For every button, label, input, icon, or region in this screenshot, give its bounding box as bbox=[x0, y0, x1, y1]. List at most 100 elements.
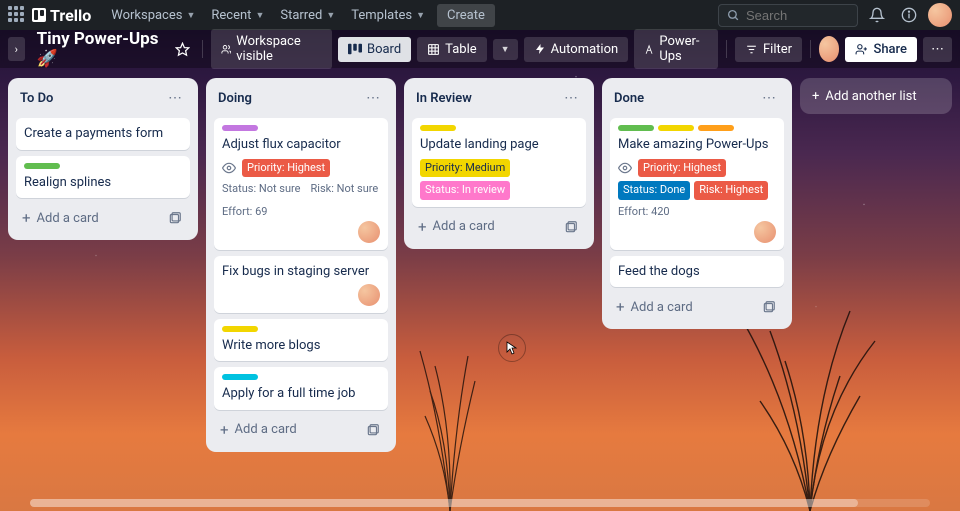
trello-logo-icon bbox=[32, 8, 46, 22]
list-title[interactable]: Done bbox=[614, 91, 758, 106]
card-badge: Risk: Highest bbox=[694, 181, 768, 200]
card-label[interactable] bbox=[24, 163, 60, 169]
card-member-avatar[interactable] bbox=[358, 284, 380, 306]
card-badge: Status: In review bbox=[420, 181, 510, 200]
chevron-down-icon: ▼ bbox=[501, 44, 510, 55]
info-button[interactable] bbox=[896, 2, 922, 28]
card-title: Fix bugs in staging server bbox=[222, 263, 380, 281]
expand-sidebar-button[interactable]: › bbox=[8, 37, 25, 61]
add-card-label: Add a card bbox=[37, 211, 99, 226]
powerups-label: Power-Ups bbox=[659, 34, 708, 64]
watching-icon bbox=[618, 161, 632, 175]
notifications-button[interactable] bbox=[864, 2, 890, 28]
chevron-down-icon: ▼ bbox=[186, 10, 195, 21]
list-menu-button[interactable]: ⋯ bbox=[758, 88, 780, 108]
card-badge: Priority: Highest bbox=[638, 159, 726, 178]
board-view-label: Board bbox=[367, 42, 401, 57]
card[interactable]: Apply for a full time job bbox=[214, 367, 388, 410]
card[interactable]: Feed the dogs bbox=[610, 256, 784, 288]
horizontal-scrollbar[interactable] bbox=[30, 499, 930, 507]
nav-recent[interactable]: Recent ▼ bbox=[203, 4, 272, 27]
workspace-visibility-button[interactable]: Workspace visible bbox=[211, 29, 332, 69]
board-title[interactable]: Tiny Power-Ups 🚀 bbox=[31, 29, 165, 69]
card-badge: Status: Done bbox=[618, 181, 690, 200]
card-member-avatar[interactable] bbox=[754, 221, 776, 243]
add-card-button[interactable]: + Add a card bbox=[16, 204, 190, 232]
card-label[interactable] bbox=[222, 374, 258, 380]
list-menu-button[interactable]: ⋯ bbox=[560, 88, 582, 108]
trello-logo[interactable]: Trello bbox=[32, 6, 91, 25]
card-label[interactable] bbox=[222, 125, 258, 131]
template-icon[interactable] bbox=[564, 220, 580, 234]
card[interactable]: Fix bugs in staging server bbox=[214, 256, 388, 313]
apps-switcher-icon[interactable] bbox=[8, 6, 26, 24]
add-card-button[interactable]: + Add a card bbox=[214, 416, 388, 444]
card-label[interactable] bbox=[618, 125, 654, 131]
card-label[interactable] bbox=[222, 326, 258, 332]
views-dropdown-button[interactable]: ▼ bbox=[493, 39, 518, 60]
card-badge: Priority: Highest bbox=[242, 159, 330, 178]
template-icon[interactable] bbox=[366, 423, 382, 437]
powerups-button[interactable]: Power-Ups bbox=[634, 29, 718, 69]
list-title[interactable]: To Do bbox=[20, 91, 164, 106]
filter-label: Filter bbox=[763, 42, 792, 57]
nav-workspaces-label: Workspaces bbox=[111, 8, 182, 23]
search-input-container[interactable] bbox=[718, 4, 858, 27]
list-menu-button[interactable]: ⋯ bbox=[362, 88, 384, 108]
list: In Review ⋯ Update landing pagePriority: … bbox=[404, 78, 594, 249]
add-card-button[interactable]: + Add a card bbox=[610, 293, 784, 321]
list-menu-button[interactable]: ⋯ bbox=[164, 88, 186, 108]
board-menu-button[interactable]: ⋯ bbox=[923, 37, 952, 62]
create-button[interactable]: Create bbox=[437, 4, 495, 27]
card-title: Feed the dogs bbox=[618, 263, 776, 281]
card-meta: Effort: 69 bbox=[222, 205, 267, 218]
card-title: Make amazing Power-Ups bbox=[618, 136, 776, 154]
add-card-label: Add a card bbox=[433, 219, 495, 234]
card-title: Create a payments form bbox=[24, 125, 182, 143]
card[interactable]: Make amazing Power-Ups Priority: Highest S… bbox=[610, 118, 784, 250]
card[interactable]: Update landing pagePriority: MediumStatu… bbox=[412, 118, 586, 207]
card-label[interactable] bbox=[658, 125, 694, 131]
plus-icon: + bbox=[220, 421, 229, 439]
create-label: Create bbox=[447, 8, 485, 23]
card[interactable]: Write more blogs bbox=[214, 319, 388, 362]
card-title: Adjust flux capacitor bbox=[222, 136, 380, 154]
template-icon[interactable] bbox=[168, 211, 184, 225]
filter-button[interactable]: Filter bbox=[735, 37, 802, 62]
card[interactable]: Realign splines bbox=[16, 156, 190, 199]
automation-label: Automation bbox=[551, 42, 619, 57]
add-list-label: Add another list bbox=[825, 89, 916, 104]
list-title[interactable]: In Review bbox=[416, 91, 560, 106]
user-avatar[interactable] bbox=[928, 3, 952, 27]
nav-templates[interactable]: Templates ▼ bbox=[343, 4, 433, 27]
automation-button[interactable]: Automation bbox=[524, 37, 629, 62]
template-icon[interactable] bbox=[762, 300, 778, 314]
nav-starred-label: Starred bbox=[280, 8, 322, 23]
nav-workspaces[interactable]: Workspaces ▼ bbox=[103, 4, 203, 27]
card-label[interactable] bbox=[420, 125, 456, 131]
board-member-avatar[interactable] bbox=[819, 36, 840, 62]
table-view-button[interactable]: Table bbox=[417, 37, 486, 62]
list: Doing ⋯ Adjust flux capacitor Priority: Hi… bbox=[206, 78, 396, 452]
card-badge: Priority: Medium bbox=[420, 159, 510, 178]
list-title[interactable]: Doing bbox=[218, 91, 362, 106]
card-title: Apply for a full time job bbox=[222, 385, 380, 403]
add-card-button[interactable]: + Add a card bbox=[412, 213, 586, 241]
share-button[interactable]: Share bbox=[845, 37, 917, 62]
table-view-label: Table bbox=[445, 42, 476, 57]
plus-icon: + bbox=[812, 89, 819, 104]
card-label[interactable] bbox=[698, 125, 734, 131]
search-input[interactable] bbox=[746, 8, 849, 23]
card[interactable]: Adjust flux capacitorPriority: HighestSt… bbox=[214, 118, 388, 250]
watching-icon bbox=[222, 161, 236, 175]
card-meta: Risk: Not sure bbox=[311, 182, 379, 195]
plus-icon: + bbox=[22, 209, 31, 227]
nav-templates-label: Templates bbox=[351, 8, 412, 23]
card-member-avatar[interactable] bbox=[358, 221, 380, 243]
add-list-button[interactable]: + Add another list bbox=[800, 78, 952, 114]
nav-starred[interactable]: Starred ▼ bbox=[272, 4, 343, 27]
star-board-button[interactable] bbox=[171, 35, 194, 63]
card[interactable]: Create a payments form bbox=[16, 118, 190, 150]
board-view-button[interactable]: Board bbox=[338, 37, 411, 62]
list: To Do ⋯ Create a payments form Realign spl… bbox=[8, 78, 198, 240]
